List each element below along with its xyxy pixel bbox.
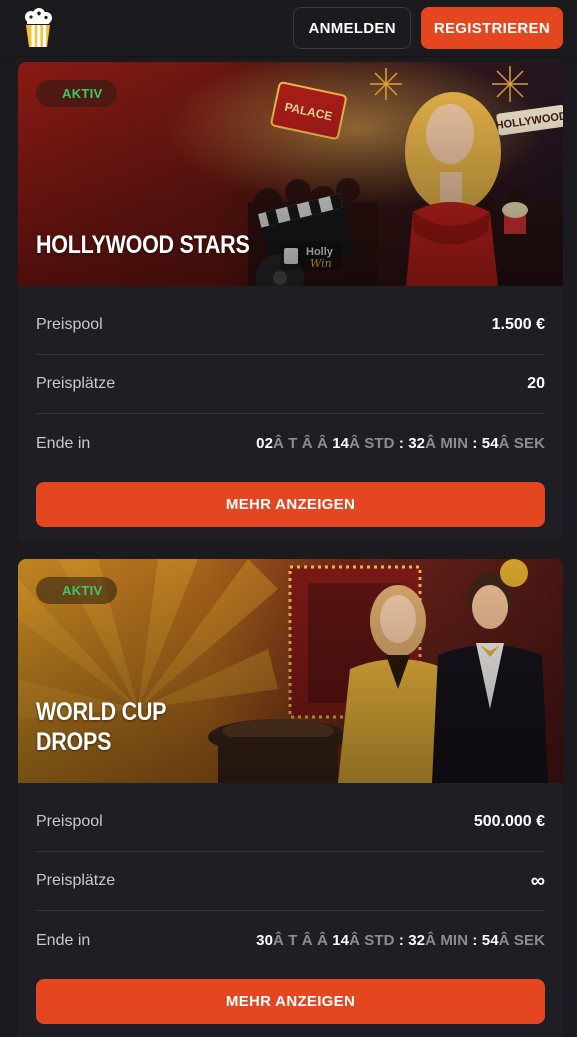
prize-places-value: ∞ <box>530 869 545 892</box>
status-badge-label: AKTIV <box>62 86 103 101</box>
countdown-minutes: 32 <box>408 932 426 949</box>
show-more-button[interactable]: MEHR ANZEIGEN <box>36 482 545 527</box>
countdown-days: 30 <box>256 932 274 949</box>
countdown-hours: 14 <box>332 932 350 949</box>
tournament-title: WORLD CUP DROPS <box>36 698 167 756</box>
prize-pool-value: 1.500 € <box>491 316 545 333</box>
prize-places-label: Preisplätze <box>36 375 116 392</box>
login-button[interactable]: ANMELDEN <box>293 7 411 49</box>
tournament-title: HOLLYWOOD STARS <box>36 231 250 259</box>
ends-in-row: Ende in 30Â T Â Â 14Â STD : 32Â MIN : 54… <box>36 911 545 970</box>
countdown-seconds: 54 <box>481 932 499 949</box>
tournament-banner-image[interactable]: PALACE HOLLYWOOD <box>18 62 563 286</box>
prize-places-label: Preisplätze <box>36 872 116 889</box>
tournament-banner-image[interactable]: AKTIV WORLD CUP DROPS <box>18 559 563 783</box>
countdown-separator: : <box>468 932 482 949</box>
countdown-minutes-unit: Â MIN <box>425 932 469 949</box>
prize-pool-label: Preispool <box>36 316 103 333</box>
prize-pool-value: 500.000 € <box>473 813 545 830</box>
ends-in-row: Ende in 02Â T Â Â 14Â STD : 32Â MIN : 54… <box>36 414 545 473</box>
prize-pool-label: Preispool <box>36 813 103 830</box>
countdown-separator: : <box>468 435 482 452</box>
countdown-seconds-unit: Â SEK <box>498 435 545 452</box>
countdown-separator: : <box>394 932 409 949</box>
status-badge-label: AKTIV <box>62 583 103 598</box>
tournament-details: Preispool 1.500 € Preisplätze 20 Ende in… <box>18 286 563 473</box>
tournament-card: AKTIV WORLD CUP DROPS Preispool 500.000 … <box>18 559 563 1037</box>
page: ANMELDEN REGISTRIEREN AKTIV HOLLYWOOD ST… <box>0 0 577 1037</box>
popcorn-logo-icon[interactable] <box>22 8 54 48</box>
countdown-hours-unit: Â STD <box>349 435 395 452</box>
countdown-hours: 14 <box>332 435 350 452</box>
header: ANMELDEN REGISTRIEREN <box>0 0 577 57</box>
countdown-minutes-unit: Â MIN <box>425 435 469 452</box>
status-badge: AKTIV <box>36 577 117 604</box>
tournament-details: Preispool 500.000 € Preisplätze ∞ Ende i… <box>18 783 563 970</box>
countdown-separator: : <box>394 435 409 452</box>
prize-places-row: Preisplätze ∞ <box>36 852 545 911</box>
countdown-days-unit: Â T Â Â <box>273 435 328 452</box>
prize-places-row: Preisplätze 20 <box>36 355 545 414</box>
ends-in-label: Ende in <box>36 434 91 452</box>
countdown-timer: 30Â T Â Â 14Â STD : 32Â MIN : 54Â SEK <box>256 932 545 949</box>
countdown-seconds-unit: Â SEK <box>498 932 545 949</box>
show-more-button[interactable]: MEHR ANZEIGEN <box>36 979 545 1024</box>
prize-places-value: 20 <box>527 375 545 392</box>
countdown-hours-unit: Â STD <box>349 932 395 949</box>
tournament-card: PALACE HOLLYWOOD <box>18 62 563 542</box>
countdown-seconds: 54 <box>481 435 499 452</box>
countdown-minutes: 32 <box>408 435 426 452</box>
prize-pool-row: Preispool 1.500 € <box>36 296 545 355</box>
countdown-timer: 02Â T Â Â 14Â STD : 32Â MIN : 54Â SEK <box>256 435 545 452</box>
ends-in-label: Ende in <box>36 931 91 949</box>
register-button[interactable]: REGISTRIEREN <box>420 7 563 49</box>
countdown-days-unit: Â T Â Â <box>273 932 328 949</box>
countdown-days: 02 <box>256 435 274 452</box>
status-badge: AKTIV <box>36 80 117 107</box>
prize-pool-row: Preispool 500.000 € <box>36 793 545 852</box>
